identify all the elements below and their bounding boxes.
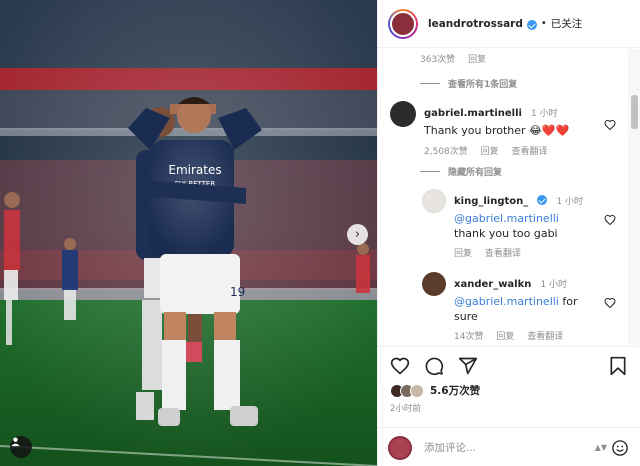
header-separator: • xyxy=(540,18,547,29)
comments-scrollbar[interactable] xyxy=(628,49,640,345)
comment-reply[interactable]: 回复 xyxy=(496,332,514,342)
heart-icon[interactable] xyxy=(604,214,616,226)
heart-icon[interactable] xyxy=(390,356,410,376)
author-username[interactable]: leandrotrossard xyxy=(428,18,523,30)
follow-button[interactable]: 已关注 xyxy=(551,16,583,31)
post-actions: 5.6万次赞 2小时前 添加评论... ▲▼ xyxy=(378,346,640,466)
view-replies-label: 查看所有1条回复 xyxy=(448,80,518,90)
avatar[interactable] xyxy=(390,101,416,127)
comment-lington: king_lington_ 1 小时 @gabriel.martinelli t… xyxy=(422,189,583,259)
divider-line xyxy=(420,83,440,84)
avatar[interactable] xyxy=(422,189,446,213)
verified-icon xyxy=(526,19,537,30)
photo-illustration: Emirates FLY BETTER 19 xyxy=(0,0,377,466)
comment-username[interactable]: king_lington_ xyxy=(454,196,528,207)
divider-line xyxy=(420,171,440,172)
comment-text: for xyxy=(562,295,578,308)
comment-walkn: xander_walkn 1 小时 @gabriel.martinelli fo… xyxy=(422,272,578,342)
heart-icon[interactable] xyxy=(604,297,616,309)
comment-mention[interactable]: @gabriel.martinelli xyxy=(454,211,583,226)
author-avatar-image xyxy=(390,10,416,37)
comment-time: 1 小时 xyxy=(556,197,584,207)
verified-icon xyxy=(537,195,548,205)
comment-icon[interactable] xyxy=(424,356,444,376)
comment-text: Thank you brother xyxy=(424,124,526,137)
comment-likes[interactable]: 2,508次赞 xyxy=(424,147,468,157)
add-comment-bar: 添加评论... ▲▼ xyxy=(378,427,640,466)
bookmark-icon[interactable] xyxy=(609,356,627,376)
heart-icon[interactable] xyxy=(604,119,616,131)
comment-text: thank you too gabi xyxy=(454,227,558,240)
comment-emojis: 😂❤️❤️ xyxy=(529,124,570,137)
avatar[interactable] xyxy=(422,272,446,296)
shirt-number: 19 xyxy=(230,285,245,299)
comment-translate[interactable]: 查看翻译 xyxy=(527,332,563,342)
post-side-panel: leandrotrossard • 已关注 363次赞 回复 查看所有1条回复 … xyxy=(377,0,640,466)
scrollbar-thumb[interactable] xyxy=(631,95,638,129)
chevron-right-icon: › xyxy=(354,227,361,242)
prev-comment-likes[interactable]: 363次赞 xyxy=(420,55,455,65)
view-replies-toggle[interactable]: 查看所有1条回复 xyxy=(420,77,517,90)
comment-reply[interactable]: 回复 xyxy=(481,147,499,157)
current-user-avatar xyxy=(388,435,412,460)
hide-replies-toggle[interactable]: 隐藏所有回复 xyxy=(420,165,502,178)
tagged-users-button[interactable] xyxy=(10,436,32,458)
comment-translate[interactable]: 查看翻译 xyxy=(485,249,521,259)
author-avatar[interactable] xyxy=(388,8,418,39)
likes-row[interactable]: 5.6万次赞 xyxy=(390,383,480,398)
liker-avatar xyxy=(410,383,424,398)
prev-comment-reply[interactable]: 回复 xyxy=(468,55,486,65)
emoji-icon[interactable] xyxy=(611,439,629,457)
comment-time: 1 小时 xyxy=(540,280,568,290)
post-timestamp: 2小时前 xyxy=(390,404,421,414)
comment-mention[interactable]: @gabriel.martinelli xyxy=(454,295,559,308)
comment-translate[interactable]: 查看翻译 xyxy=(512,147,548,157)
user-tag-icon xyxy=(11,437,20,447)
next-photo-button[interactable]: › xyxy=(347,224,368,245)
prev-comment-meta: 363次赞 回复 xyxy=(420,52,496,65)
emoji-icon[interactable]: ▲▼ xyxy=(595,443,607,452)
comments-list: 363次赞 回复 查看所有1条回复 gabriel.martinelli 1 小… xyxy=(378,49,628,345)
post-photo[interactable]: Emirates FLY BETTER 19 › xyxy=(0,0,377,466)
sponsor-text: Emirates xyxy=(168,163,221,177)
comment-input[interactable]: 添加评论... xyxy=(424,440,595,455)
comment-likes[interactable]: 14次赞 xyxy=(454,332,483,342)
comment-username[interactable]: xander_walkn xyxy=(454,279,531,290)
action-icons xyxy=(390,356,478,376)
likes-count[interactable]: 5.6万次赞 xyxy=(430,383,480,398)
comment-time: 1 小时 xyxy=(531,109,558,119)
comment-username[interactable]: gabriel.martinelli xyxy=(424,108,522,119)
comment-text-line2: sure xyxy=(454,310,478,323)
comment-reply[interactable]: 回复 xyxy=(454,249,472,259)
post-header: leandrotrossard • 已关注 xyxy=(378,0,640,48)
share-icon[interactable] xyxy=(458,356,478,376)
post-frame: Emirates FLY BETTER 19 › leandrotrossard… xyxy=(0,0,640,466)
hide-replies-label: 隐藏所有回复 xyxy=(448,168,503,178)
comment-martinelli: gabriel.martinelli 1 小时 Thank you brothe… xyxy=(390,101,569,157)
